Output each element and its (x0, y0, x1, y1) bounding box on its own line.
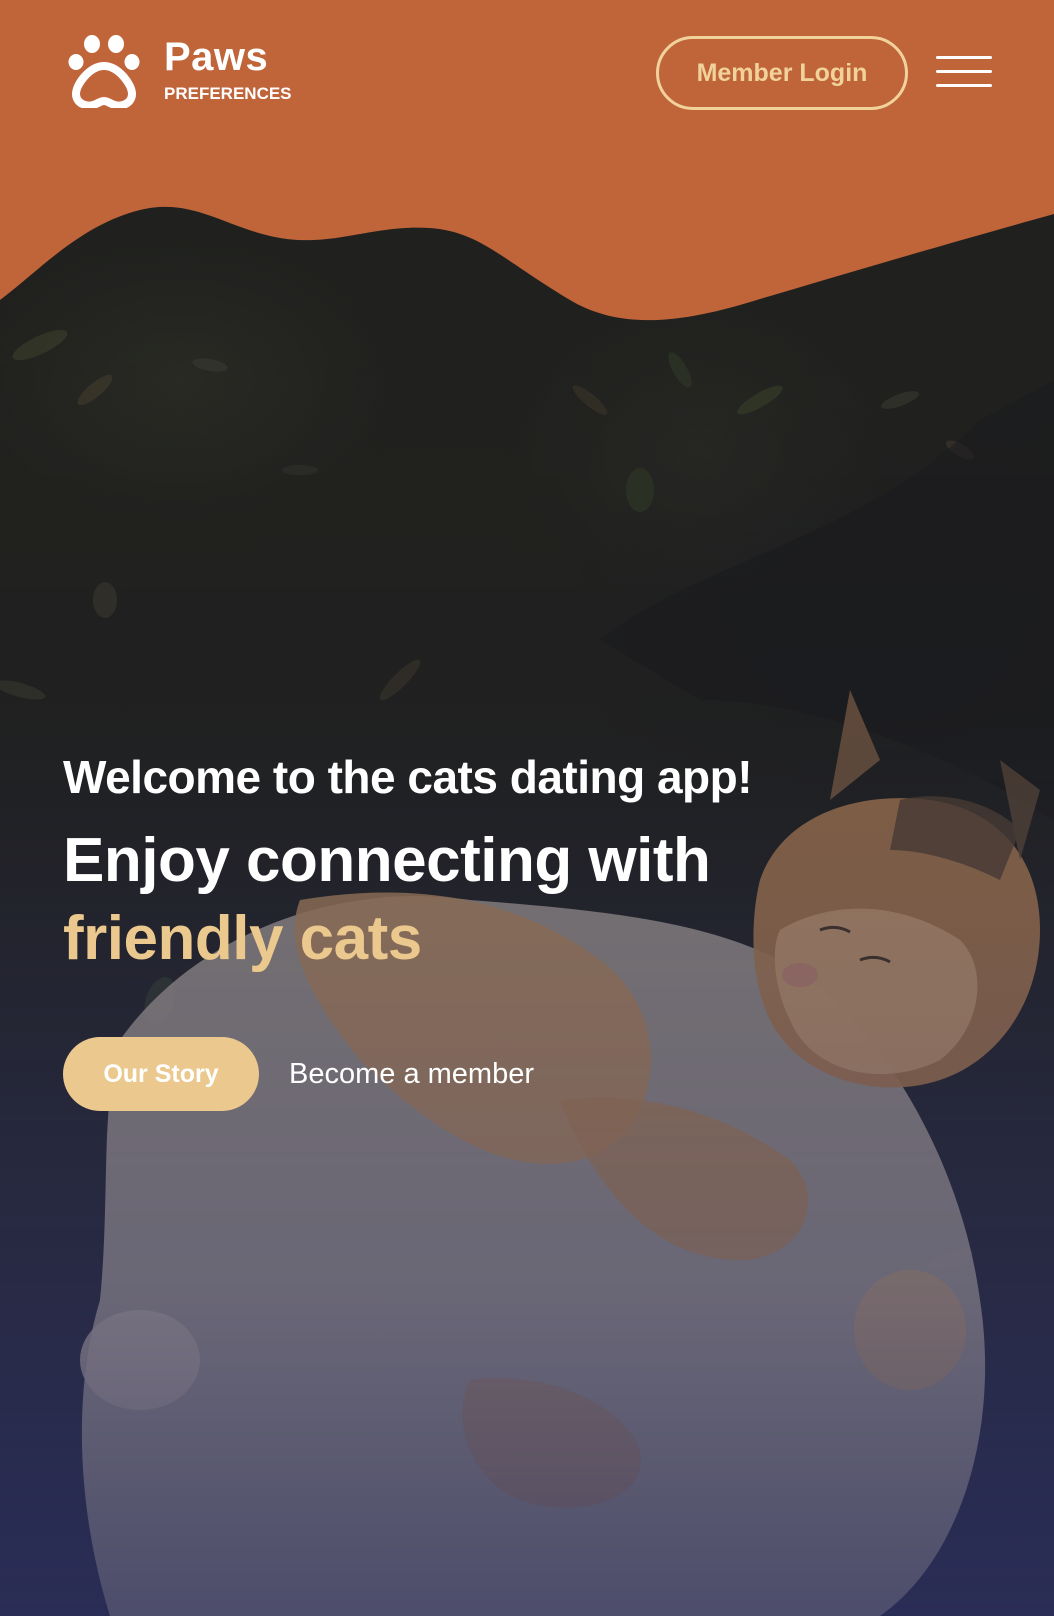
hamburger-menu-icon[interactable] (936, 54, 992, 90)
brand-tagline: PREFERENCES (164, 84, 292, 103)
welcome-heading: Welcome to the cats dating app! (63, 751, 753, 803)
brand-name: Paws (164, 35, 269, 79)
paw-icon (68, 35, 140, 108)
top-navigation: Paws PREFERENCES Member Login (0, 0, 1054, 150)
headline-main: Enjoy connecting with (63, 826, 711, 895)
brand-logo[interactable]: Paws PREFERENCES (68, 32, 292, 108)
become-member-link[interactable]: Become a member (289, 1058, 534, 1091)
member-login-button[interactable]: Member Login (656, 36, 908, 110)
headline-accent: friendly cats (63, 904, 422, 973)
hero-headline: Enjoy connecting with friendly cats (63, 822, 1003, 978)
our-story-button[interactable]: Our Story (63, 1037, 259, 1111)
hero-actions: Our Story Become a member (63, 1037, 534, 1111)
menu-line (936, 56, 992, 59)
menu-line (936, 70, 992, 73)
hero-content: Welcome to the cats dating app! Enjoy co… (63, 746, 1003, 978)
menu-line (936, 84, 992, 87)
